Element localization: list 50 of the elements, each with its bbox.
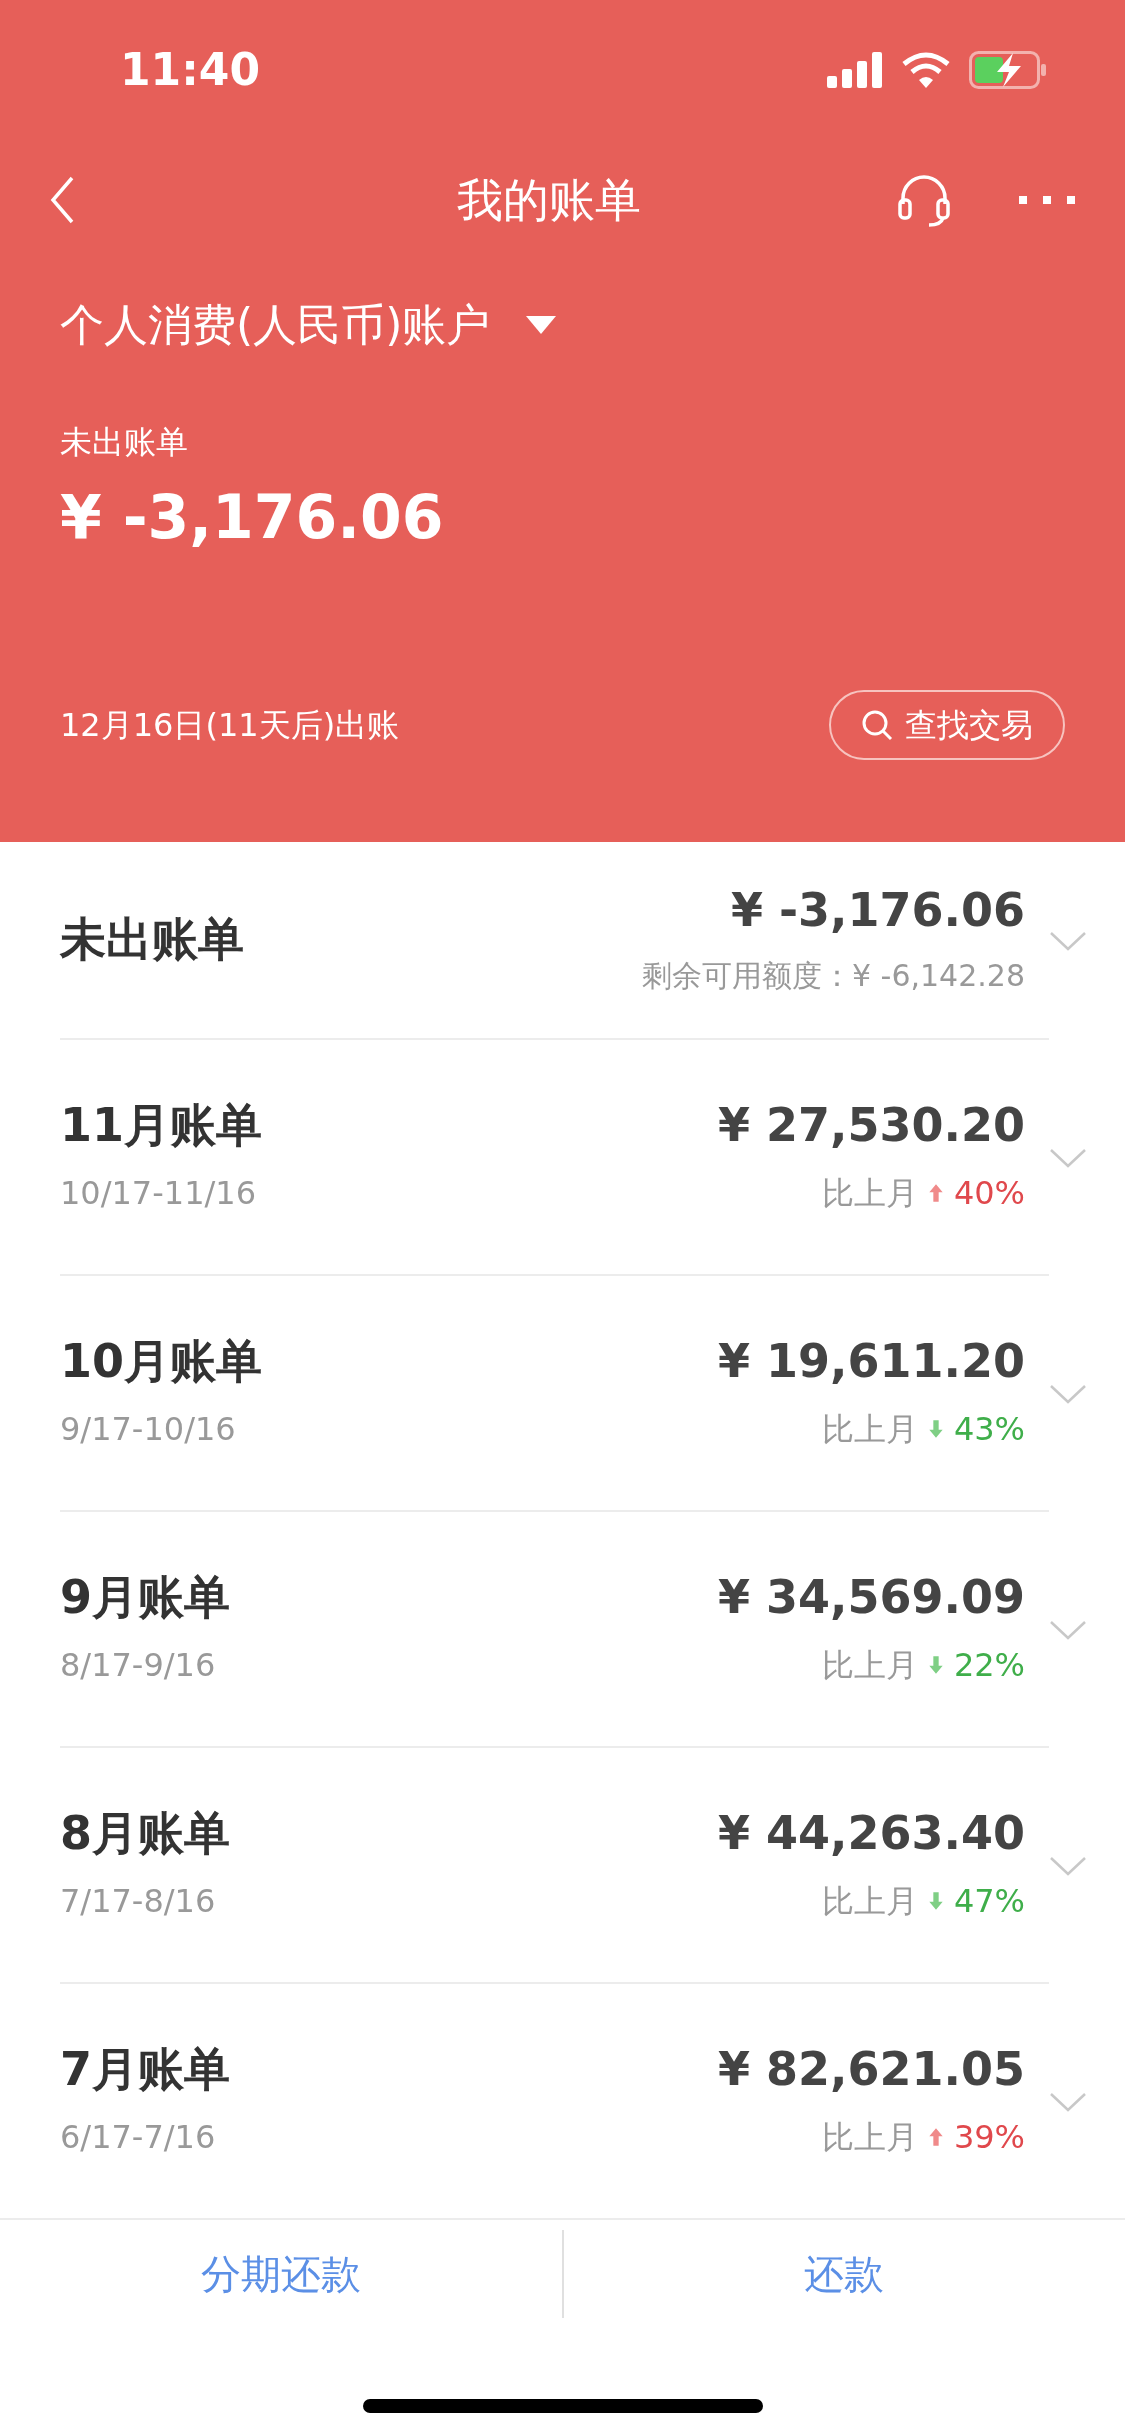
account-selector[interactable]: 个人消费(人民币)账户	[60, 292, 557, 358]
change-percent: 43%	[953, 1408, 1025, 1450]
change-percent: 39%	[953, 2116, 1025, 2158]
chevron-down-icon	[1049, 1619, 1087, 1641]
change-percent: 47%	[953, 1880, 1025, 1922]
chevron-down-icon	[1049, 1383, 1087, 1405]
bill-period: 6/17-7/16	[60, 2116, 217, 2158]
wifi-icon	[901, 52, 951, 88]
bill-amount: ¥ 82,621.05	[717, 2041, 1025, 2099]
chevron-down-icon	[1049, 2091, 1087, 2113]
repay-button[interactable]: 还款	[563, 2220, 1125, 2328]
billing-date: 12月16日(11天后)出账	[60, 705, 400, 746]
dropdown-caret-icon	[526, 316, 557, 334]
available-credit: 剩余可用额度：¥ -6,142.28	[641, 957, 1025, 996]
summary-label: 未出账单	[60, 422, 189, 463]
repay-button[interactable]: 分期还款	[0, 2220, 562, 2328]
compare-label: 比上月	[821, 1172, 918, 1214]
bill-period: 9/17-10/16	[60, 1408, 237, 1450]
customer-service-icon[interactable]	[897, 172, 951, 228]
bill-title: 11月账单	[60, 1097, 263, 1155]
more-icon[interactable]	[1019, 195, 1075, 205]
battery-charging-icon	[969, 51, 1047, 89]
bill-period: 8/17-9/16	[60, 1644, 217, 1686]
summary-amount: ¥ -3,176.06	[60, 481, 445, 554]
status-time: 11:40	[120, 43, 261, 97]
change-percent: 22%	[953, 1644, 1025, 1686]
bill-amount: ¥ -3,176.06	[730, 881, 1025, 939]
bill-title: 10月账单	[60, 1333, 263, 1391]
bill-amount: ¥ 19,611.20	[717, 1333, 1025, 1391]
compare-label: 比上月	[821, 1644, 918, 1686]
chevron-down-icon	[1049, 930, 1087, 952]
signal-icon	[827, 52, 883, 88]
page-title: 我的账单	[455, 171, 642, 229]
compare-label: 比上月	[821, 2116, 918, 2158]
bill-amount: ¥ 27,530.20	[717, 1097, 1025, 1155]
find-transaction-button[interactable]: 查找交易	[829, 690, 1065, 760]
chevron-down-icon	[1049, 1855, 1087, 1877]
search-icon	[861, 709, 893, 741]
compare-label: 比上月	[821, 1880, 918, 1922]
bill-amount: ¥ 44,263.40	[717, 1805, 1025, 1863]
bill-title: 9月账单	[60, 1569, 231, 1627]
bill-title: 未出账单	[60, 911, 245, 969]
bill-period: 7/17-8/16	[60, 1880, 217, 1922]
bill-amount: ¥ 34,569.09	[717, 1569, 1025, 1627]
chevron-down-icon	[1049, 1147, 1087, 1169]
bill-title: 8月账单	[60, 1805, 231, 1863]
compare-label: 比上月	[821, 1408, 918, 1450]
bill-period: 10/17-11/16	[60, 1172, 257, 1214]
change-percent: 40%	[953, 1172, 1025, 1214]
bill-title: 7月账单	[60, 2041, 231, 2099]
